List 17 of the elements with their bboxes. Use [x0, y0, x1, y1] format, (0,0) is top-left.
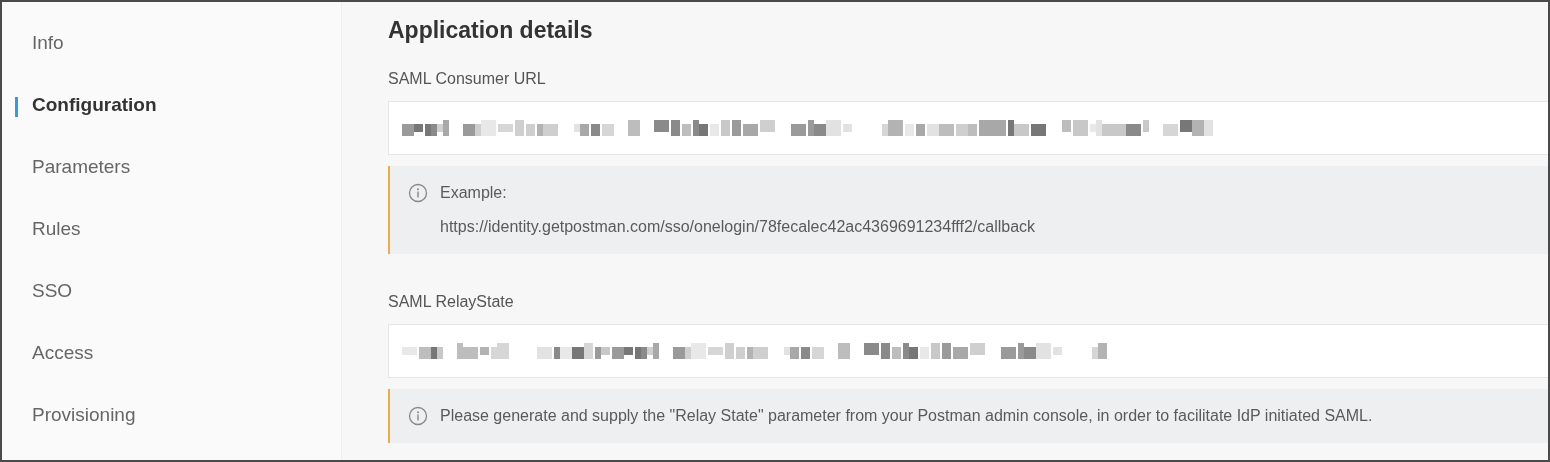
- section-title: Application details: [388, 16, 594, 44]
- info-icon: [408, 406, 428, 426]
- sidebar-item[interactable]: Parameters: [32, 152, 131, 182]
- input-field[interactable]: [388, 324, 1548, 378]
- sidebar-item[interactable]: Provisioning: [32, 400, 136, 430]
- sidebar-item[interactable]: Configuration: [32, 90, 157, 120]
- callout-text: Example:: [440, 183, 508, 203]
- sidebar-item[interactable]: Access: [32, 338, 94, 368]
- info-icon: [408, 183, 428, 203]
- sidebar-item[interactable]: Info: [32, 28, 64, 58]
- callout-text: Please generate and supply the "Relay State" parameter from your Postman admin console, in order to facilitate IdP initiated SAML.: [440, 406, 1373, 426]
- sidebar-item[interactable]: SSO: [32, 276, 73, 306]
- input-field[interactable]: [388, 101, 1548, 155]
- field-label: SAML RelayState: [388, 292, 515, 312]
- field-label: SAML Consumer URL: [388, 69, 547, 89]
- callout-text: https://identity.getpostman.com/sso/onelogin/78fecalec42ac4369691234fff2/callback: [440, 217, 1036, 237]
- sidebar-item[interactable]: Rules: [32, 214, 81, 244]
